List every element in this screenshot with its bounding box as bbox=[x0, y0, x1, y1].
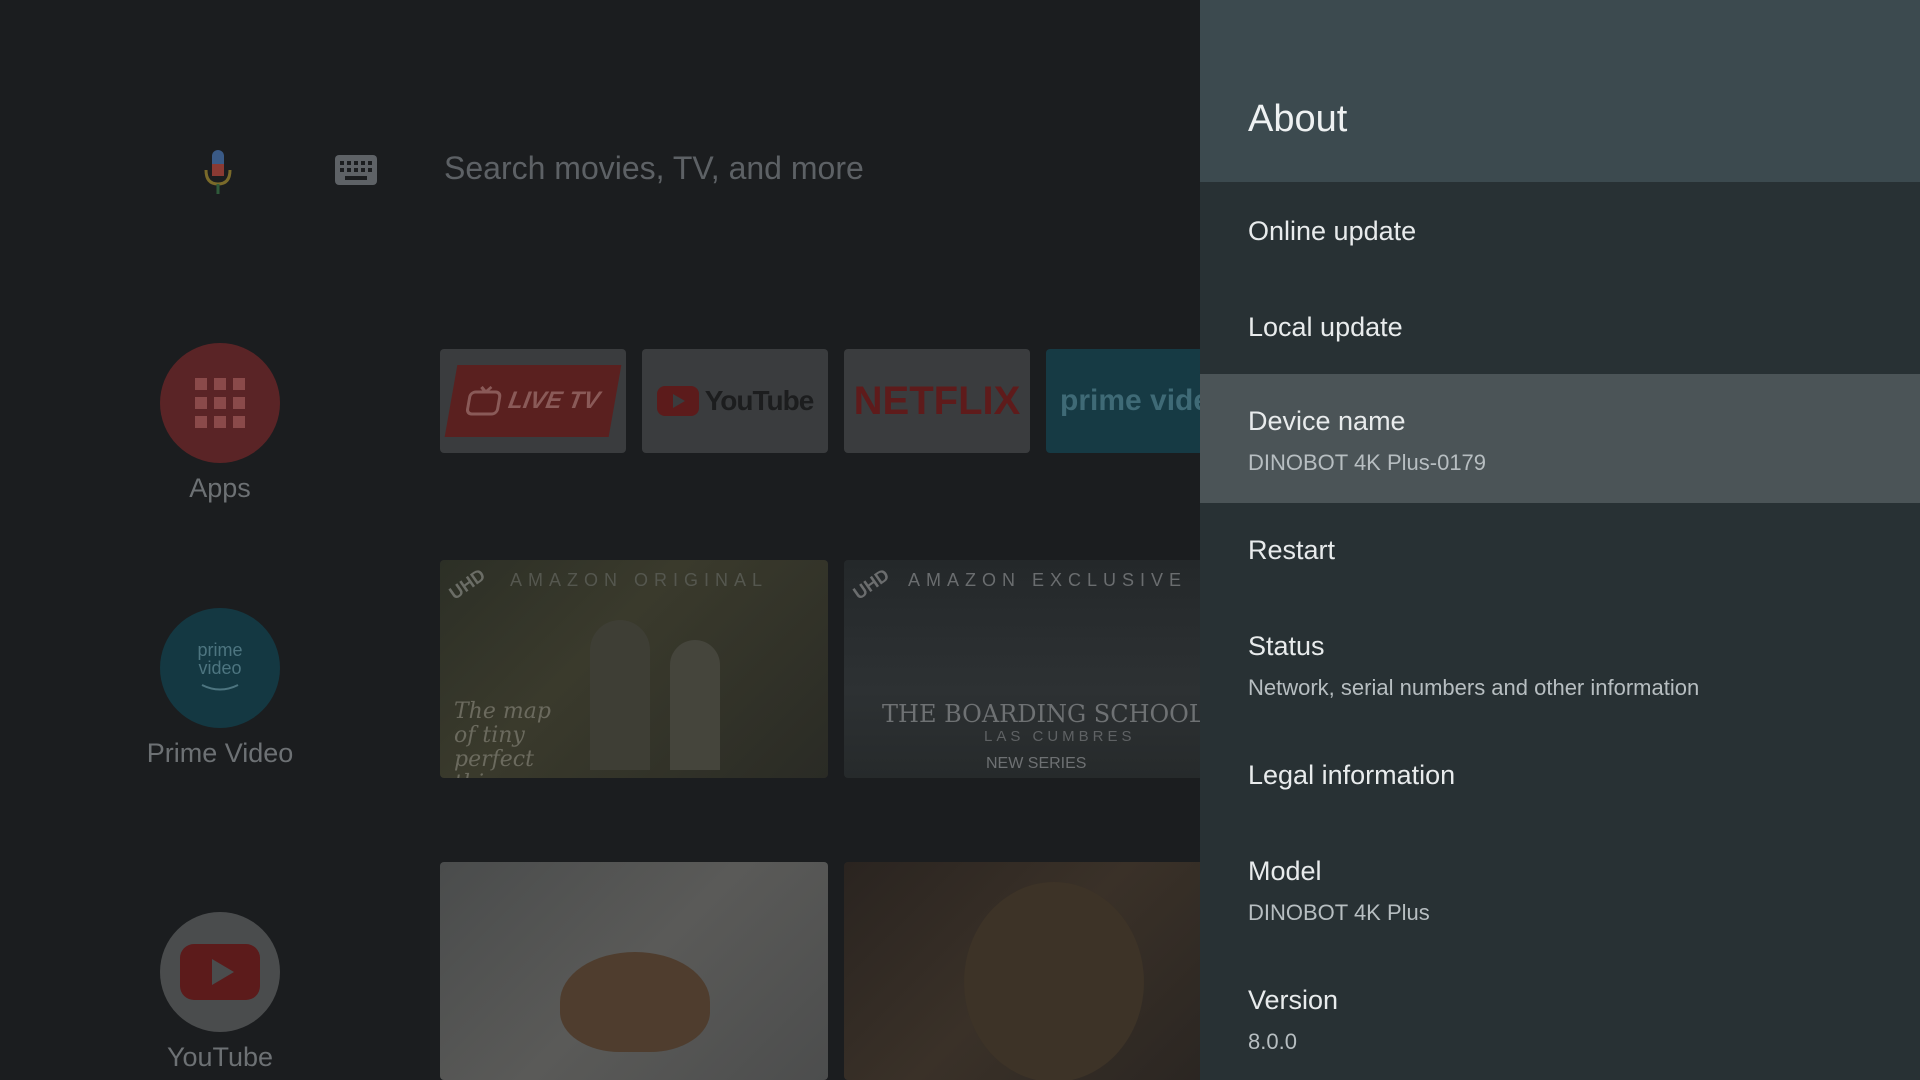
prime-video-label: Prime Video bbox=[146, 738, 294, 768]
youtube-play-icon bbox=[180, 944, 260, 1000]
menu-item-version[interactable]: Version 8.0.0 bbox=[1200, 953, 1920, 1080]
card-artwork bbox=[590, 620, 650, 770]
content-card[interactable]: UHD AMAZON EXCLUSIVE THE BOARDING SCHOOL… bbox=[844, 560, 1200, 778]
grid-icon bbox=[195, 378, 245, 428]
apps-circle bbox=[160, 343, 280, 463]
youtube-logo-icon bbox=[656, 386, 699, 416]
card-artwork bbox=[964, 882, 1144, 1080]
prime-video-app-button[interactable]: prime video Prime Video bbox=[110, 608, 330, 769]
youtube-tile[interactable]: YouTube bbox=[642, 349, 828, 453]
menu-item-restart[interactable]: Restart bbox=[1200, 503, 1920, 599]
netflix-tile[interactable]: NETFLIX bbox=[844, 349, 1030, 453]
panel-header: About bbox=[1200, 0, 1920, 182]
menu-item-device-name[interactable]: Device name DINOBOT 4K Plus-0179 bbox=[1200, 374, 1920, 503]
live-tv-logo: LIVE TV bbox=[444, 365, 622, 437]
keyboard-search-button[interactable] bbox=[334, 154, 378, 186]
tv-icon bbox=[465, 386, 501, 416]
prime-video-icon: prime video bbox=[197, 641, 243, 695]
page-title: About bbox=[1248, 98, 1348, 140]
content-card[interactable]: UHD AMAZON ORIGINAL The map of tiny perf… bbox=[440, 560, 828, 778]
menu-item-local-update[interactable]: Local update bbox=[1200, 284, 1920, 374]
prime-video-tile[interactable]: prime video bbox=[1046, 349, 1200, 453]
youtube-label: YouTube bbox=[166, 1042, 274, 1072]
content-card[interactable] bbox=[844, 862, 1200, 1080]
menu-item-status[interactable]: Status Network, serial numbers and other… bbox=[1200, 599, 1920, 728]
content-card[interactable] bbox=[440, 862, 828, 1080]
microphone-icon bbox=[204, 150, 232, 194]
apps-launcher-button[interactable]: Apps bbox=[110, 343, 330, 504]
menu-item-legal-information[interactable]: Legal information bbox=[1200, 728, 1920, 824]
live-tv-tile[interactable]: LIVE TV bbox=[440, 349, 626, 453]
menu-item-online-update[interactable]: Online update bbox=[1200, 188, 1920, 284]
keyboard-icon bbox=[335, 155, 377, 185]
card-artwork bbox=[560, 952, 710, 1052]
prime-video-circle: prime video bbox=[160, 608, 280, 728]
apps-label: Apps bbox=[189, 473, 251, 503]
voice-search-button[interactable] bbox=[190, 144, 246, 200]
search-placeholder[interactable]: Search movies, TV, and more bbox=[444, 150, 864, 187]
launcher-background: Search movies, TV, and more Apps prime v… bbox=[0, 0, 1200, 1080]
about-settings-panel: About Online update Local update Device … bbox=[1200, 0, 1920, 1080]
youtube-circle bbox=[160, 912, 280, 1032]
youtube-app-button[interactable]: YouTube bbox=[110, 912, 330, 1073]
menu-item-model[interactable]: Model DINOBOT 4K Plus bbox=[1200, 824, 1920, 953]
